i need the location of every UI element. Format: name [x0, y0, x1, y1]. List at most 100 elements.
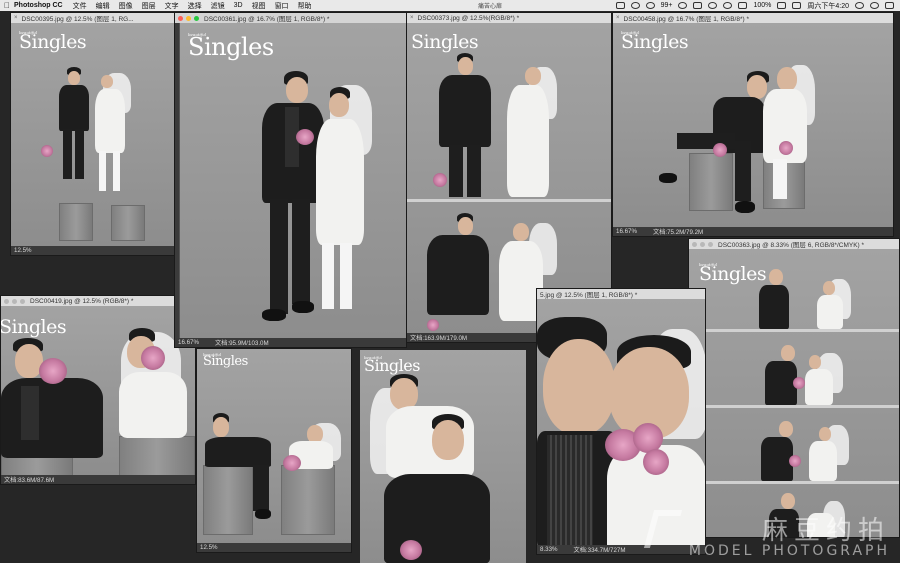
status-bar: 16.67% 文档:95.9M/103.0M [175, 338, 406, 347]
close-button[interactable] [4, 298, 9, 304]
magazine-logo: beautiful Singles [203, 352, 248, 369]
menu-filter[interactable]: 滤镜 [211, 1, 225, 11]
minimize-button[interactable] [12, 298, 17, 304]
clock[interactable]: 周六下午4:20 [807, 1, 849, 11]
battery-icon[interactable] [777, 2, 787, 9]
image-canvas[interactable]: beautiful Singles [197, 349, 351, 543]
zoom-button[interactable] [194, 15, 199, 21]
document-window-dsc00363[interactable]: DSC00363.jpg @ 8.33% (图层 6, RGB/8*/CMYK)… [688, 238, 900, 538]
desktop:  Photoshop CC 文件 编辑 图像 图层 文字 选择 滤镜 3D 视… [0, 0, 900, 563]
menu-3d[interactable]: 3D [234, 2, 243, 9]
window-controls [692, 241, 713, 247]
magazine-logo: beautiful Singles [621, 30, 689, 53]
document-size: 文档:163.9M/179.0M [410, 335, 468, 342]
image-canvas[interactable]: beautiful Singles [360, 350, 526, 563]
window-titlebar[interactable]: × DSC00458.jpg @ 16.7% (图层 1, RGB/8*) * [613, 13, 893, 23]
menu-extras: 99+ 100% 周六下午4:20 [615, 0, 894, 11]
watermark-en: MODEL PHOTOGRAPH [688, 543, 890, 559]
magazine-logo: beautiful Singles [188, 32, 274, 61]
user-icon[interactable] [870, 2, 879, 9]
zoom-level[interactable]: 16.67% [178, 339, 199, 346]
wifi-icon[interactable] [723, 2, 733, 9]
battery-percent: 100% [753, 2, 772, 9]
close-icon[interactable]: × [616, 15, 620, 21]
document-window-dsc00419[interactable]: DSC00419.jpg @ 12.5% (RGB/8*) * Singles … [0, 295, 196, 485]
document-window-piggyback[interactable]: beautiful Singles [360, 350, 526, 563]
image-canvas[interactable]: Singles [1, 306, 195, 475]
document-window-seated[interactable]: beautiful Singles 12.5% [196, 348, 352, 553]
menu-help[interactable]: 帮助 [298, 1, 312, 11]
menu-window[interactable]: 窗口 [275, 1, 289, 11]
window-titlebar[interactable]: × DSC00373.jpg @ 12.5%(RGB/8*) * [407, 13, 611, 23]
menu-list-icon[interactable] [885, 2, 894, 9]
wechat-icon[interactable] [645, 2, 655, 9]
watermark: 麻豆约拍 MODEL PHOTOGRAPH [643, 510, 890, 559]
status-bar: 12.5% [11, 246, 174, 255]
menu-file[interactable]: 文件 [73, 1, 87, 11]
magazine-logo: beautiful Singles [19, 30, 87, 53]
window-titlebar[interactable]: DSC00361.jpg @ 16.7% (图层 1, RGB/8*) * [175, 13, 406, 23]
minimize-button[interactable] [186, 15, 191, 21]
zoom-level[interactable]: 12.5% [14, 247, 32, 254]
menu-edit[interactable]: 编辑 [96, 1, 110, 11]
app-name-menu[interactable]: Photoshop CC [14, 2, 63, 9]
magazine-logo: beautiful Singles [699, 262, 767, 285]
window-titlebar[interactable]: DSC00419.jpg @ 12.5% (RGB/8*) * [1, 296, 195, 306]
image-canvas[interactable]: Singles [407, 23, 611, 333]
status-text: 痛苦心扉 [478, 4, 503, 10]
window-title: 5.jpg @ 12.5% (图层 1, RGB/8*) * [540, 292, 638, 299]
watermark-cn: 麻豆约拍 [761, 516, 890, 546]
status-bar: 文档:83.6M/87.6M [1, 475, 195, 484]
window-controls [4, 298, 25, 304]
document-size: 文档:95.9M/103.0M [215, 340, 269, 347]
zoom-button[interactable] [708, 241, 713, 247]
minimize-button[interactable] [700, 241, 705, 247]
window-title: DSC00361.jpg @ 16.7% (图层 1, RGB/8*) * [204, 16, 330, 23]
status-bar: 12.5% [197, 543, 351, 552]
window-controls [178, 15, 199, 21]
image-canvas[interactable]: beautiful Singles [689, 249, 899, 537]
window-title: DSC00373.jpg @ 12.5%(RGB/8*) * [417, 14, 520, 22]
menu-layer[interactable]: 图层 [142, 1, 156, 11]
volume-icon[interactable] [738, 2, 748, 9]
close-icon[interactable]: × [14, 15, 18, 21]
menu-image[interactable]: 图像 [119, 1, 133, 11]
magazine-logo: beautiful Singles [364, 355, 420, 375]
document-window-dsc00458[interactable]: × DSC00458.jpg @ 16.7% (图层 1, RGB/8*) * … [612, 12, 894, 237]
window-titlebar[interactable]: DSC00363.jpg @ 8.33% (图层 6, RGB/8*/CMYK)… [689, 239, 899, 249]
image-canvas[interactable] [537, 299, 705, 545]
document-window-dsc00395[interactable]: × DSC00395.jpg @ 12.5% (图层 1, RG... beau… [10, 12, 175, 256]
menu-select[interactable]: 选择 [188, 1, 202, 11]
image-canvas[interactable]: beautiful Singles [180, 23, 406, 338]
screen-icon[interactable] [615, 2, 625, 9]
search-icon[interactable] [855, 2, 864, 9]
menu-type[interactable]: 文字 [165, 1, 179, 11]
document-window-dsc00361[interactable]: DSC00361.jpg @ 16.7% (图层 1, RGB/8*) * be… [174, 12, 407, 348]
document-size: 文档:334.7M/727M [573, 547, 626, 554]
sync-icon[interactable] [678, 2, 688, 9]
document-size: 文档:75.2M/79.2M [653, 229, 704, 236]
window-titlebar[interactable]: × DSC00395.jpg @ 12.5% (图层 1, RG... [11, 13, 174, 23]
zoom-button[interactable] [20, 298, 25, 304]
apple-icon[interactable]:  [0, 1, 14, 10]
document-size: 文档:83.6M/87.6M [4, 477, 55, 484]
image-canvas[interactable]: beautiful Singles [11, 23, 174, 246]
close-icon[interactable]: × [410, 15, 414, 21]
menu-bar:  Photoshop CC 文件 编辑 图像 图层 文字 选择 滤镜 3D 视… [0, 0, 900, 11]
menu-view[interactable]: 视图 [252, 1, 266, 11]
window-titlebar[interactable]: 5.jpg @ 12.5% (图层 1, RGB/8*) * [537, 289, 705, 299]
zoom-level[interactable]: 16.67% [616, 228, 637, 235]
close-button[interactable] [178, 15, 183, 21]
upload-icon[interactable] [693, 2, 703, 9]
flag-icon[interactable] [792, 2, 802, 9]
clock-icon[interactable] [630, 2, 640, 9]
magazine-logo: Singles [1, 316, 67, 338]
notification-count: 99+ [660, 2, 673, 9]
image-canvas[interactable]: beautiful Singles [613, 23, 893, 227]
zoom-level[interactable]: 12.5% [200, 544, 218, 551]
close-button[interactable] [692, 241, 697, 247]
zoom-level[interactable]: 8.33% [540, 546, 558, 553]
window-title: DSC00363.jpg @ 8.33% (图层 6, RGB/8*/CMYK)… [718, 242, 865, 249]
bluetooth-icon[interactable] [708, 2, 718, 9]
window-title: DSC00395.jpg @ 12.5% (图层 1, RG... [21, 16, 134, 23]
